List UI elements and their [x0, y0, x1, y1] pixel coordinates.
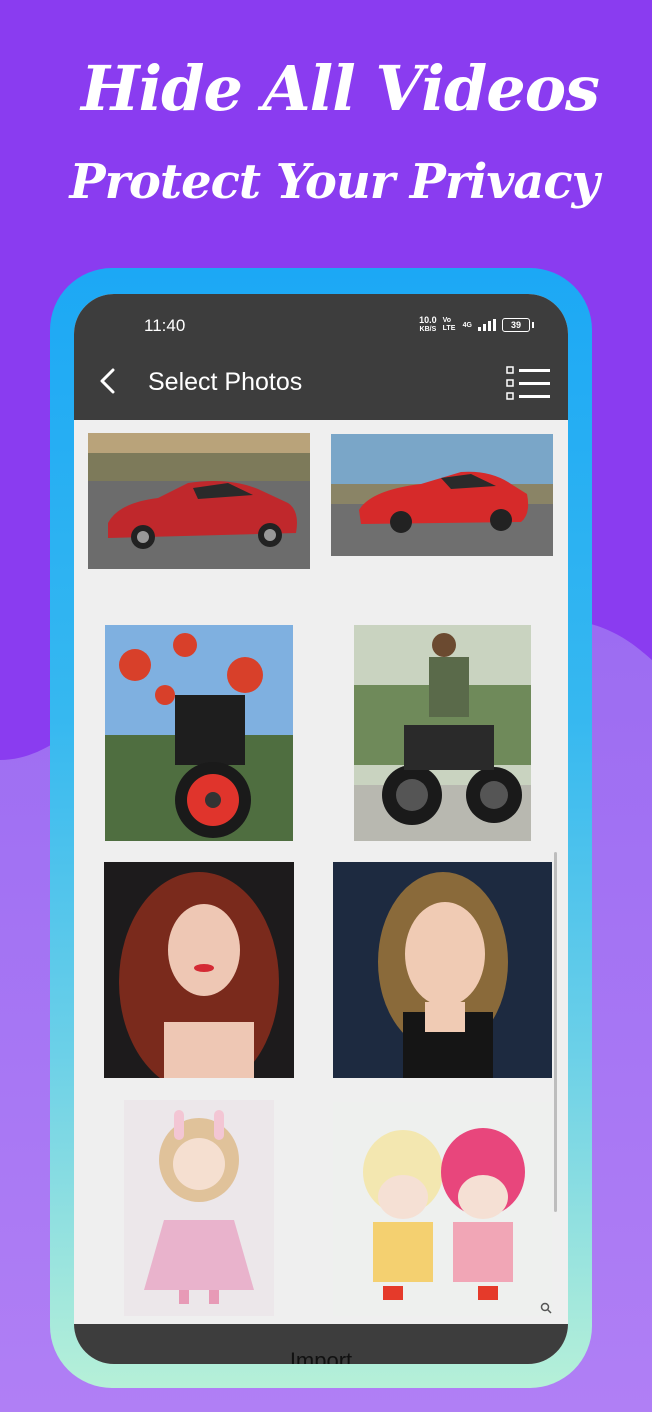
checklist-icon[interactable]	[506, 366, 550, 400]
battery-icon: 39	[502, 318, 534, 332]
signal-icon	[478, 319, 496, 331]
scrollbar[interactable]	[554, 852, 557, 1212]
photo-thumb-motorbike-flowers[interactable]	[105, 625, 293, 841]
status-icons: 10.0 KB/S Vo LTE 4G 39	[419, 316, 534, 334]
net-speed-unit: KB/S	[419, 326, 437, 333]
app-header: 11:40 10.0 KB/S Vo LTE 4G 39 Select Phot…	[74, 294, 568, 420]
volte-indicator: Vo LTE	[442, 317, 456, 332]
photo-thumb-blonde-woman[interactable]	[333, 862, 552, 1078]
chevron-left-icon[interactable]	[96, 366, 122, 396]
status-time: 11:40	[144, 316, 186, 335]
promo-headline: Hide All Videos	[81, 52, 600, 125]
photo-thumb-red-haired-woman[interactable]	[104, 862, 294, 1078]
import-bar[interactable]: Import	[74, 1324, 568, 1364]
phone-screen: 11:40 10.0 KB/S Vo LTE 4G 39 Select Phot…	[74, 294, 568, 1364]
search-icon	[540, 1302, 552, 1314]
photo-thumb-doll-pink[interactable]	[124, 1100, 274, 1316]
net-speed-value: 10.0	[419, 315, 437, 325]
photo-thumb-sports-car[interactable]	[331, 434, 553, 556]
page-title: Select Photos	[148, 368, 303, 396]
net-speed: 10.0 KB/S	[419, 316, 437, 334]
promo-subheadline: Protect Your Privacy	[69, 154, 600, 210]
network-type: 4G	[462, 321, 472, 329]
photo-thumb-car-sedan[interactable]	[88, 433, 310, 569]
photo-thumb-woman-motorcycle[interactable]	[354, 625, 531, 841]
photo-thumb-knitted-dolls[interactable]	[333, 1102, 552, 1316]
import-button[interactable]: Import	[74, 1348, 568, 1364]
